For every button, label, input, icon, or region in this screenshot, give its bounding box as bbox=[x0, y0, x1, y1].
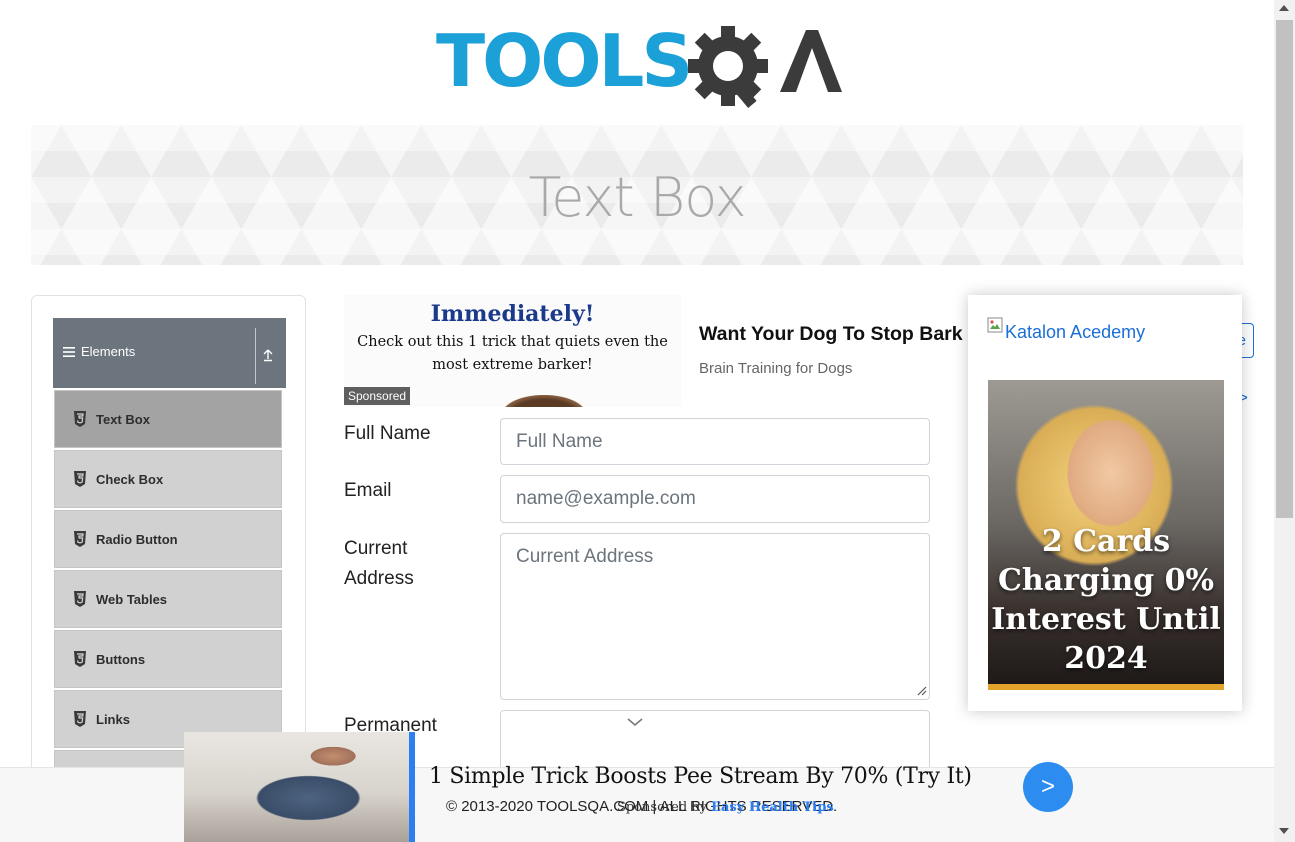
sidebar-item-label: Links bbox=[96, 711, 130, 727]
logo-wordmark: TOOLS bbox=[436, 19, 690, 103]
logo-letter-a bbox=[780, 30, 842, 92]
toolsqa-logo[interactable]: TOOLS bbox=[436, 18, 842, 114]
sidebar-item-label: Text Box bbox=[96, 411, 150, 427]
sidebar-item-label: Web Tables bbox=[96, 591, 168, 607]
html5-icon bbox=[74, 591, 86, 607]
current-address-label-line1: Current bbox=[344, 538, 408, 559]
ad-image-line: 2 Cards bbox=[1041, 524, 1171, 559]
html5-icon bbox=[74, 531, 86, 547]
chevron-down-icon[interactable] bbox=[626, 716, 644, 728]
sidebar-group-divider bbox=[255, 328, 256, 384]
broken-image-icon bbox=[987, 317, 1003, 333]
email-input[interactable] bbox=[500, 475, 930, 523]
page-title: Text Box bbox=[528, 165, 746, 229]
ad-image-line: Interest Until bbox=[991, 602, 1221, 637]
sidebar-item-radio-button[interactable]: Radio Button bbox=[54, 510, 282, 568]
full-name-label: Full Name bbox=[344, 423, 431, 444]
current-address-textarea[interactable] bbox=[500, 533, 930, 700]
collapse-arrow-icon[interactable] bbox=[261, 348, 275, 362]
current-address-label-line2: Address bbox=[344, 568, 414, 589]
sidebar-group-elements[interactable]: Elements bbox=[53, 318, 286, 388]
katalon-academy-link[interactable]: Katalon Acedemy bbox=[1005, 322, 1145, 343]
scrollbar-thumb[interactable] bbox=[1276, 20, 1293, 518]
page-banner: Text Box bbox=[31, 125, 1243, 265]
bottom-ad-headline[interactable]: 1 Simple Trick Boosts Pee Stream By 70% … bbox=[429, 764, 972, 789]
bottom-ad-sponsor: Sponsored by Easy Health Tips bbox=[617, 800, 834, 815]
page: TOOLS Text Box Elements Text Box Check B… bbox=[0, 0, 1295, 842]
sidebar-item-buttons[interactable]: Buttons bbox=[54, 630, 282, 688]
scroll-down-arrow-icon[interactable] bbox=[1279, 828, 1289, 834]
sponsored-badge: Sponsored bbox=[344, 387, 411, 405]
html5-icon bbox=[74, 471, 86, 487]
bottom-ad-go-button[interactable]: > bbox=[1023, 762, 1073, 812]
sidebar-item-label: Radio Button bbox=[96, 531, 178, 547]
bottom-ad-stripe bbox=[409, 732, 415, 842]
email-label: Email bbox=[344, 480, 392, 501]
ad-image-line: Charging 0% bbox=[998, 563, 1214, 598]
vertical-scrollbar[interactable] bbox=[1274, 0, 1295, 842]
dog-image bbox=[502, 395, 586, 407]
html5-icon bbox=[74, 411, 86, 427]
ad-body-text: Check out this 1 trick that quiets even … bbox=[357, 334, 668, 373]
ad-image-line: 2024 bbox=[1064, 641, 1148, 676]
html5-icon bbox=[74, 651, 86, 667]
sidebar-item-label: Check Box bbox=[96, 471, 164, 487]
ad-image-accent-bar bbox=[988, 684, 1224, 690]
sidebar-group-title: Elements bbox=[81, 344, 136, 359]
full-name-input[interactable] bbox=[500, 418, 930, 465]
sponsored-by-label: Sponsored by bbox=[617, 800, 712, 815]
ad-image-text: 2 Cards Charging 0% Interest Until 2024 bbox=[988, 522, 1224, 678]
bottom-ad-image[interactable] bbox=[184, 732, 410, 842]
sidebar-item-web-tables[interactable]: Web Tables bbox=[54, 570, 282, 628]
resize-grip-icon[interactable] bbox=[915, 684, 927, 696]
sponsor-name-link[interactable]: Easy Health Tips bbox=[711, 800, 834, 815]
side-ad-katalon[interactable]: Katalon Acedemy 2 Cards Charging 0% Inte… bbox=[968, 295, 1242, 711]
scroll-up-arrow-icon[interactable] bbox=[1279, 5, 1289, 11]
html5-icon bbox=[74, 711, 86, 727]
ad-right-subtitle: Brain Training for Dogs bbox=[699, 360, 853, 377]
sidebar-item-text-box[interactable]: Text Box bbox=[54, 390, 282, 448]
gear-icon bbox=[688, 26, 768, 108]
toolsqa-logo-graphic: TOOLS bbox=[436, 19, 842, 108]
sidebar-item-label: Buttons bbox=[96, 651, 146, 667]
ad-dog-training[interactable]: Immediately! Check out this 1 trick that… bbox=[344, 295, 681, 407]
sidebar-item-check-box[interactable]: Check Box bbox=[54, 450, 282, 508]
menu-icon bbox=[63, 347, 75, 357]
ad-right-headline[interactable]: Want Your Dog To Stop Bark bbox=[699, 323, 963, 346]
ad-headline: Immediately! bbox=[430, 301, 595, 327]
credit-card-ad-image[interactable]: 2 Cards Charging 0% Interest Until 2024 bbox=[988, 380, 1224, 690]
